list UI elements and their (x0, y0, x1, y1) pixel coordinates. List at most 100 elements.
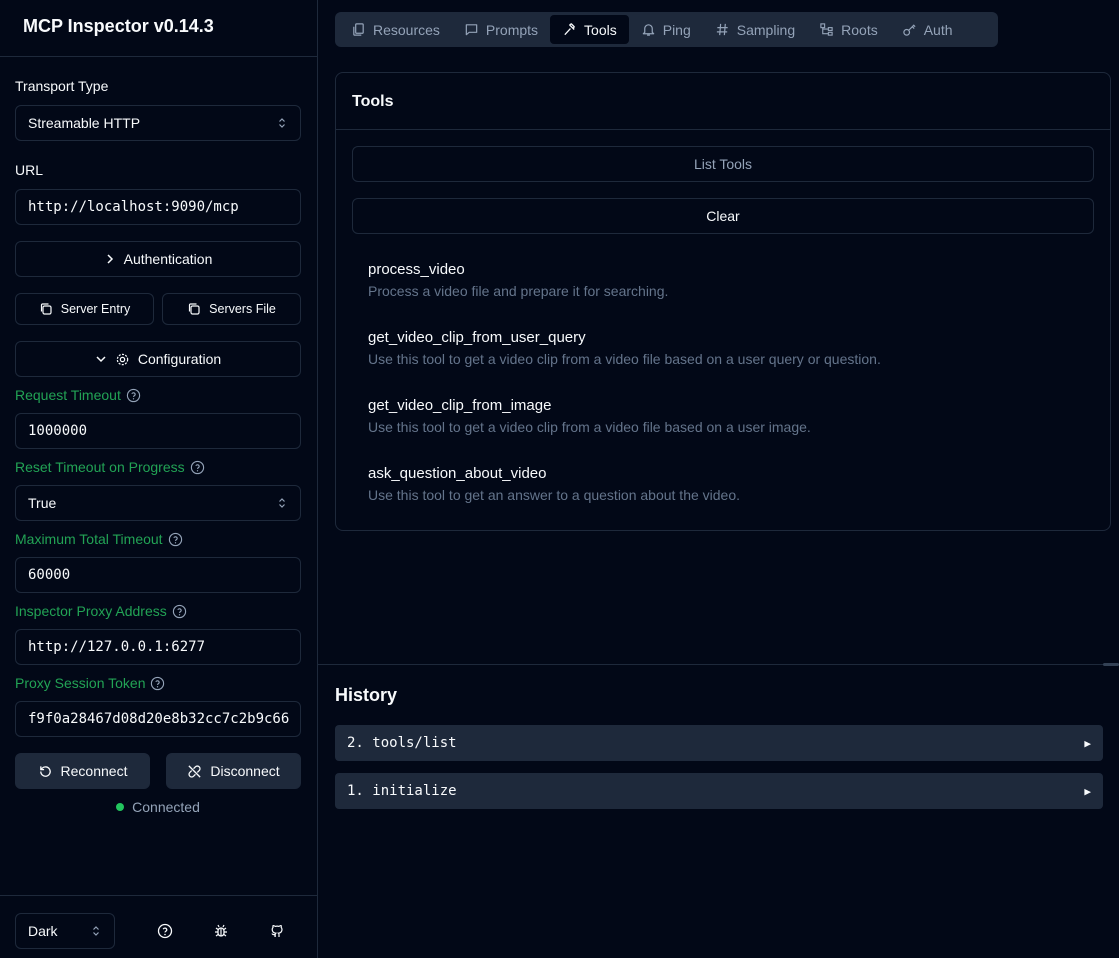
list-item[interactable]: get_video_clip_from_user_query Use this … (368, 329, 881, 367)
resize-handle[interactable] (1103, 663, 1119, 666)
transport-type-value: Streamable HTTP (28, 115, 141, 131)
theme-select[interactable]: Dark (15, 913, 115, 949)
sidebar-header: MCP Inspector v0.14.3 (0, 0, 317, 57)
max-timeout-value: 60000 (28, 567, 71, 583)
chevron-down-icon (96, 356, 106, 363)
history-item[interactable]: 2. tools/list ▶ (335, 725, 1103, 761)
max-timeout-text: Maximum Total Timeout (15, 531, 163, 547)
copy-icon (40, 303, 52, 315)
help-circle-icon[interactable] (172, 604, 187, 619)
session-token-value: f9f0a28467d08d20e8b32cc7c2b9c66 (28, 711, 290, 727)
help-circle-icon[interactable] (157, 923, 173, 939)
proxy-address-input[interactable]: http://127.0.0.1:6277 (15, 629, 301, 665)
request-timeout-value: 1000000 (28, 423, 88, 439)
sidebar-footer: Dark (0, 895, 317, 958)
github-icon[interactable] (269, 923, 285, 939)
history-title: History (335, 685, 398, 705)
list-tools-button[interactable]: List Tools (352, 146, 1094, 182)
tab-label: Resources (373, 21, 440, 38)
help-circle-icon[interactable] (150, 676, 165, 691)
chevrons-up-down-icon (279, 118, 285, 128)
server-entry-label: Server Entry (60, 302, 131, 316)
tab-prompts[interactable]: Prompts (452, 15, 550, 44)
panel-divider (318, 664, 1119, 665)
configuration-label: Configuration (137, 351, 222, 367)
clear-label: Clear (706, 208, 740, 224)
tab-auth[interactable]: Auth (890, 15, 965, 44)
tool-description: Use this tool to get an answer to a ques… (368, 487, 741, 503)
disconnect-label: Disconnect (210, 763, 280, 779)
tool-description: Process a video file and prepare it for … (368, 283, 669, 299)
reset-timeout-select[interactable]: True (15, 485, 301, 521)
disconnect-button[interactable]: Disconnect (166, 753, 301, 789)
session-token-input[interactable]: f9f0a28467d08d20e8b32cc7c2b9c66 (15, 701, 301, 737)
url-value: http://localhost:9090/mcp (28, 199, 239, 215)
tools-panel-title: Tools (336, 73, 1110, 130)
authentication-button[interactable]: Authentication (15, 241, 301, 277)
help-circle-icon[interactable] (168, 532, 183, 547)
chevrons-up-down-icon (93, 926, 99, 936)
list-tools-label: List Tools (693, 156, 753, 172)
session-token-text: Proxy Session Token (15, 675, 146, 691)
files-icon (353, 23, 364, 36)
tool-name: get_video_clip_from_user_query (368, 329, 586, 346)
theme-value: Dark (28, 923, 58, 939)
list-item[interactable]: process_video Process a video file and p… (368, 261, 668, 299)
reconnect-label: Reconnect (60, 763, 128, 779)
unplug-icon (188, 764, 201, 778)
copy-icon (189, 303, 200, 315)
tool-name: get_video_clip_from_image (368, 397, 552, 414)
tab-roots[interactable]: Roots (807, 15, 890, 44)
max-timeout-label: Maximum Total Timeout (15, 531, 183, 547)
transport-type-label: Transport Type (15, 78, 109, 94)
configuration-button[interactable]: Configuration (15, 341, 301, 377)
reconnect-button[interactable]: Reconnect (15, 753, 150, 789)
history-item[interactable]: 1. initialize ▶ (335, 773, 1103, 809)
tab-label: Auth (923, 21, 953, 38)
help-circle-icon[interactable] (190, 460, 205, 475)
tab-resources[interactable]: Resources (339, 15, 452, 44)
tool-description: Use this tool to get a video clip from a… (368, 419, 811, 435)
tool-description: Use this tool to get a video clip from a… (368, 351, 881, 367)
chevrons-up-down-icon (279, 498, 285, 508)
status-dot (116, 803, 125, 811)
transport-type-select[interactable]: Streamable HTTP (15, 105, 301, 141)
bell-icon (642, 24, 654, 36)
tab-label: Ping (662, 21, 691, 38)
tab-label: Tools (584, 21, 617, 38)
tool-name: ask_question_about_video (368, 465, 547, 482)
help-circle-icon[interactable] (126, 388, 141, 403)
proxy-address-text: Inspector Proxy Address (15, 603, 167, 619)
message-icon (465, 24, 478, 36)
proxy-address-label: Inspector Proxy Address (15, 603, 187, 619)
request-timeout-input[interactable]: 1000000 (15, 413, 301, 449)
request-timeout-text: Request Timeout (15, 387, 121, 403)
history-item-label: 1. initialize (347, 783, 457, 799)
app-title: MCP Inspector v0.14.3 (23, 16, 214, 36)
tab-bar: Resources Prompts Tools Ping Sampling Ro… (335, 12, 998, 47)
connection-status: Connected (15, 799, 301, 815)
url-input[interactable]: http://localhost:9090/mcp (15, 189, 301, 225)
list-item[interactable]: ask_question_about_video Use this tool t… (368, 465, 740, 503)
url-label: URL (15, 162, 44, 178)
reset-timeout-value: True (28, 495, 57, 511)
proxy-address-value: http://127.0.0.1:6277 (28, 639, 206, 655)
tab-label: Prompts (485, 21, 539, 38)
rotate-ccw-icon (39, 765, 51, 777)
bug-icon[interactable] (213, 923, 229, 939)
tab-tools[interactable]: Tools (550, 15, 629, 44)
gear-icon (116, 353, 129, 365)
sidebar: MCP Inspector v0.14.3 Transport Type Str… (0, 0, 318, 958)
hammer-icon (564, 23, 575, 36)
tab-ping[interactable]: Ping (629, 15, 703, 44)
expand-icon[interactable]: ▶ (1084, 785, 1091, 798)
expand-icon[interactable]: ▶ (1084, 737, 1091, 750)
clear-button[interactable]: Clear (352, 198, 1094, 234)
list-item[interactable]: get_video_clip_from_image Use this tool … (368, 397, 811, 435)
server-entry-button[interactable]: Server Entry (15, 293, 154, 325)
authentication-label: Authentication (123, 251, 213, 267)
tool-name: process_video (368, 261, 465, 278)
servers-file-button[interactable]: Servers File (162, 293, 301, 325)
max-timeout-input[interactable]: 60000 (15, 557, 301, 593)
tab-sampling[interactable]: Sampling (703, 15, 807, 44)
